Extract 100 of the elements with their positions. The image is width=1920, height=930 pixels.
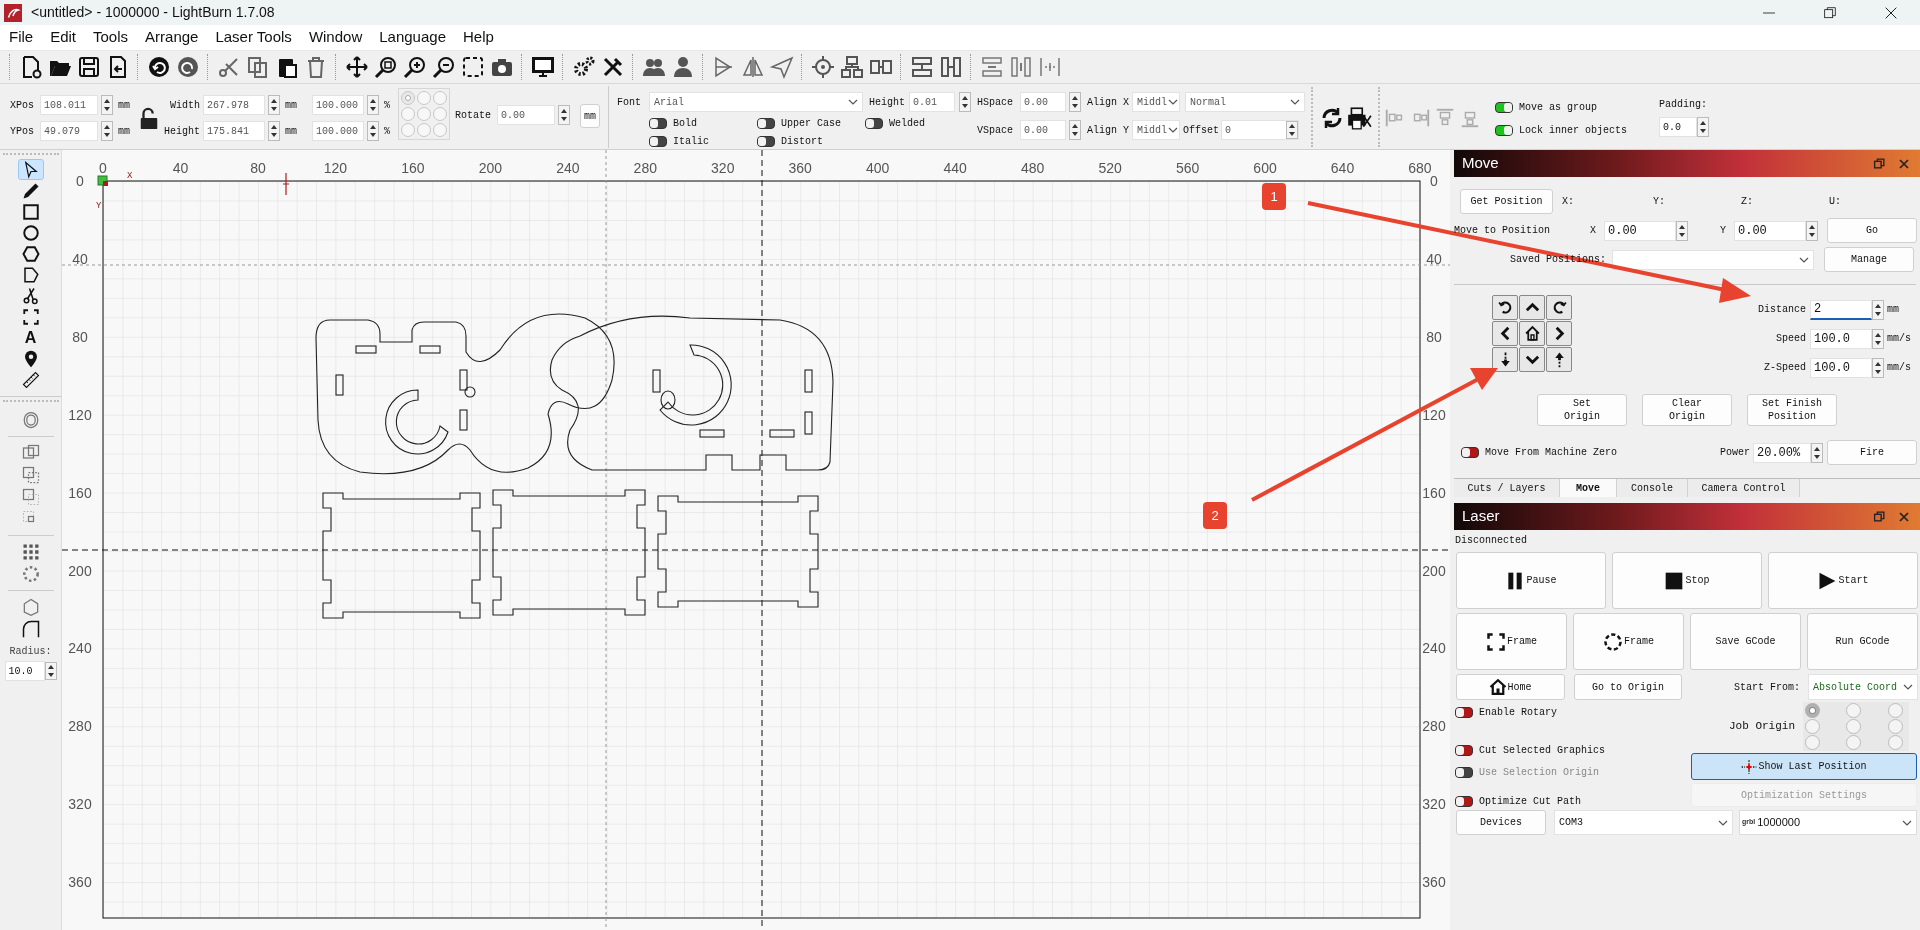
job-origin-radio[interactable] [1887, 703, 1903, 718]
number-field[interactable]: 0.01 [909, 92, 956, 112]
zoom-frame-icon[interactable] [461, 55, 485, 79]
toggle-switch[interactable] [865, 117, 884, 129]
mirror-vertical-icon[interactable] [741, 55, 765, 79]
jog-button[interactable] [1546, 321, 1572, 346]
spin-buttons[interactable] [268, 95, 280, 115]
panel-tab[interactable]: Cuts / Layers [1454, 479, 1560, 497]
corner-radius-icon[interactable] [20, 619, 41, 639]
laser-button[interactable]: Start [1768, 552, 1918, 609]
spin-buttons[interactable] [1872, 328, 1884, 349]
undo-icon[interactable] [147, 55, 171, 79]
show-last-position-button[interactable]: Show Last Position [1691, 753, 1917, 780]
restore-icon[interactable] [1873, 157, 1886, 170]
number-field[interactable]: 49.079 [40, 121, 98, 141]
dropdown[interactable]: COM3 [1554, 810, 1733, 835]
anchor-radio[interactable] [433, 123, 448, 137]
home-button[interactable]: Home [1456, 674, 1565, 700]
number-field[interactable]: 100.0 [1810, 328, 1872, 349]
origin-button[interactable]: Clear Origin [1642, 394, 1732, 426]
jog-button[interactable] [1546, 347, 1572, 372]
dropdown[interactable]: Normal [1185, 92, 1306, 112]
menu-item[interactable]: Edit [50, 26, 77, 49]
restore-icon[interactable] [1873, 510, 1886, 523]
distribute-vertical-icon[interactable] [1009, 55, 1033, 79]
circular-array-icon[interactable] [20, 564, 41, 584]
go-button[interactable]: Go [1827, 218, 1917, 243]
job-origin-radio[interactable] [1846, 735, 1862, 750]
anchor-radio[interactable] [401, 91, 416, 105]
laser-button[interactable]: Run GCode [1807, 613, 1918, 670]
spin-buttons[interactable] [367, 95, 379, 115]
job-origin-radio[interactable] [1887, 719, 1903, 734]
origin-button[interactable]: Set Finish Position [1747, 394, 1837, 426]
dropdown[interactable]: Absolute Coord [1808, 674, 1918, 700]
panel-tab[interactable]: Console [1617, 479, 1688, 497]
jog-button[interactable] [1519, 347, 1545, 372]
spin-buttons[interactable] [1697, 117, 1710, 137]
number-field[interactable]: 20.00% [1753, 442, 1811, 463]
wrench-screwdriver-icon[interactable] [601, 55, 625, 79]
panel-tab[interactable]: Camera Control [1688, 479, 1800, 497]
number-field[interactable]: 0.00 [1604, 220, 1676, 241]
job-origin-radio[interactable] [1887, 735, 1903, 750]
anchor-radio[interactable] [417, 91, 432, 105]
spin-buttons[interactable] [1872, 299, 1884, 320]
toggle-switch[interactable] [757, 117, 776, 129]
menu-item[interactable]: Language [379, 26, 446, 49]
menu-item[interactable]: Arrange [145, 26, 199, 49]
anchor-radio[interactable] [417, 123, 432, 137]
spin-buttons[interactable] [268, 121, 280, 141]
menu-item[interactable]: File [9, 26, 34, 49]
align-tree-icon[interactable] [840, 55, 864, 79]
panel-piece-drawing[interactable] [322, 492, 481, 619]
number-field[interactable]: 0.00 [497, 105, 556, 125]
spin-buttons[interactable] [101, 95, 113, 115]
laser-button[interactable]: Stop [1612, 552, 1762, 609]
unlocked-padlock-icon[interactable] [138, 106, 160, 132]
number-field[interactable]: 267.978 [203, 95, 265, 115]
toggle-switch[interactable] [1455, 745, 1473, 756]
dropdown[interactable]: Middl [1132, 92, 1181, 112]
dropdown[interactable]: Arial [649, 92, 864, 112]
menu-item[interactable]: Window [308, 26, 363, 49]
paper-plane-icon[interactable] [770, 55, 794, 79]
jog-button[interactable] [1519, 321, 1545, 346]
job-origin-radio[interactable] [1846, 703, 1862, 718]
toggle-switch[interactable] [1455, 796, 1473, 807]
spin-buttons[interactable] [1806, 220, 1818, 241]
align-horizontal-icon[interactable] [910, 55, 934, 79]
anchor-radio[interactable] [433, 107, 448, 121]
anchor-radio[interactable] [433, 91, 448, 105]
toggle-switch[interactable] [649, 117, 668, 129]
monitor-icon[interactable] [531, 55, 555, 79]
spin-buttons[interactable] [558, 105, 571, 125]
scissors-icon[interactable] [217, 55, 241, 79]
zoom-out-icon[interactable] [432, 55, 456, 79]
number-field[interactable]: 0.0 [1659, 117, 1698, 137]
menu-item[interactable]: Tools [93, 26, 129, 49]
jog-button[interactable] [1492, 347, 1518, 372]
spin-buttons[interactable] [1872, 357, 1884, 378]
panel-piece-drawing[interactable] [657, 495, 819, 608]
person-icon[interactable] [671, 55, 695, 79]
laser-button[interactable]: Frame [1456, 613, 1567, 670]
printer-scissors-icon[interactable] [1346, 105, 1373, 131]
job-origin-radio[interactable] [1805, 703, 1820, 718]
origin-button[interactable]: Set Origin [1537, 394, 1627, 426]
job-origin-radio[interactable] [1805, 735, 1820, 750]
number-field[interactable]: 0.00 [1020, 120, 1067, 140]
origin-marker-icon[interactable] [97, 175, 108, 186]
get-position-button[interactable]: Get Position [1460, 189, 1553, 214]
spin-buttons[interactable] [959, 92, 972, 112]
spin-buttons[interactable] [1811, 442, 1823, 463]
number-field[interactable]: 10.0 [4, 661, 45, 681]
spin-buttons[interactable] [367, 121, 379, 141]
align-vertical-icon[interactable] [939, 55, 963, 79]
boolean-subtract-icon[interactable] [20, 487, 41, 507]
zoom-in-icon[interactable] [403, 55, 427, 79]
number-field[interactable]: 108.011 [40, 95, 98, 115]
distribute-space-icon[interactable] [1038, 55, 1062, 79]
spin-buttons[interactable] [44, 662, 57, 680]
job-origin-radio[interactable] [1805, 719, 1820, 734]
number-field[interactable]: 100.000 [312, 121, 364, 141]
